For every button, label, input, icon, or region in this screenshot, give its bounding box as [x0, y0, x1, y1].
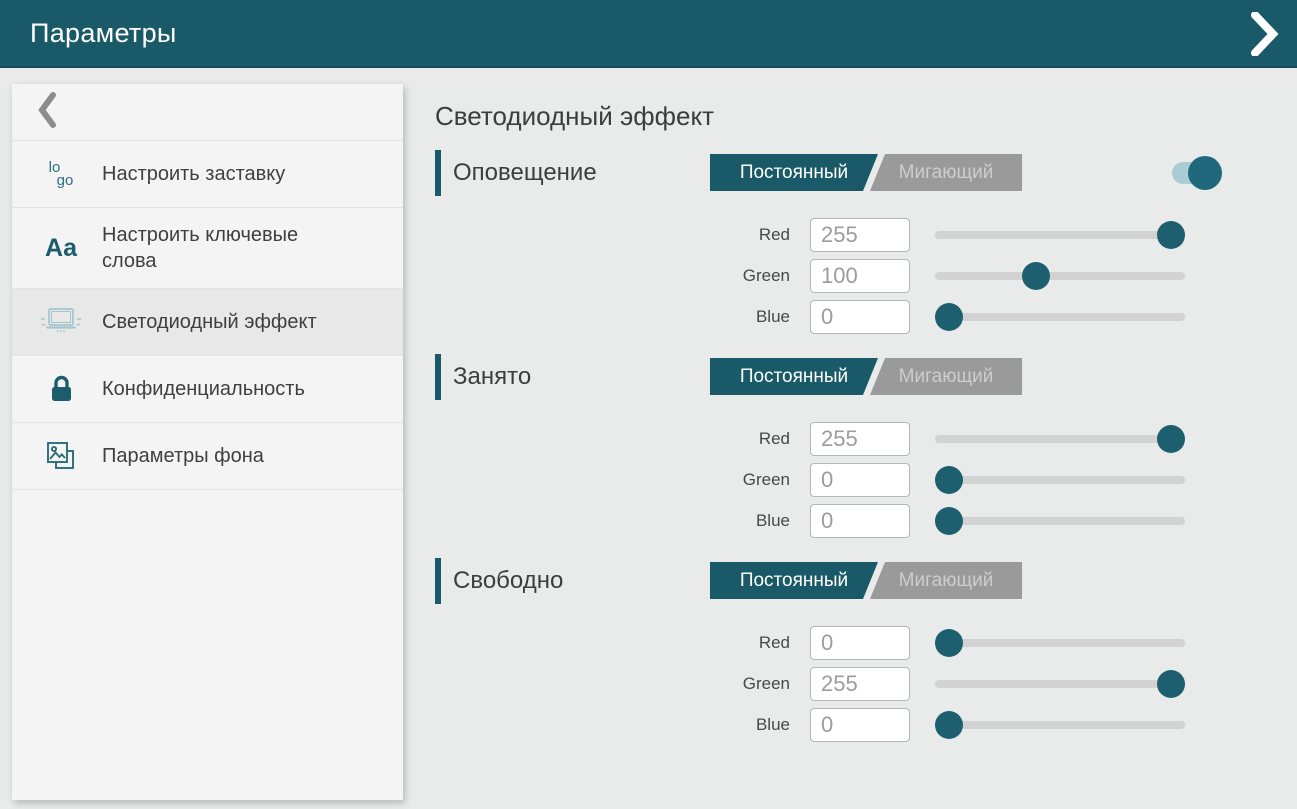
mode-blinking-button[interactable]: Мигающий: [870, 562, 1022, 599]
red-slider[interactable]: [935, 425, 1185, 453]
section-accent-bar: [435, 558, 441, 604]
main-content: Светодиодный эффект Оповещение Постоянны…: [435, 84, 1297, 761]
green-slider[interactable]: [935, 670, 1185, 698]
rgb-row-green: Green: [435, 459, 1297, 500]
rgb-label: Red: [435, 225, 810, 245]
sidebar-item-label: Настроить заставку: [102, 161, 285, 187]
sidebar-item-privacy[interactable]: Конфиденциальность: [12, 356, 403, 423]
slider-track: [935, 680, 1185, 688]
logo-icon: lo go: [38, 161, 84, 187]
mode-constant-button[interactable]: Постоянный: [710, 154, 878, 191]
mode-segmented-control: Постоянный Мигающий: [710, 562, 1022, 599]
mode-constant-button[interactable]: Постоянный: [710, 562, 878, 599]
power-toggle[interactable]: [1172, 155, 1222, 191]
green-slider[interactable]: [935, 262, 1185, 290]
led-monitor-icon: [38, 305, 84, 339]
slider-thumb[interactable]: [1157, 670, 1185, 698]
red-value-input[interactable]: [810, 422, 910, 456]
chevron-left-icon: [38, 92, 56, 133]
sidebar-item-led-effect[interactable]: Светодиодный эффект: [12, 289, 403, 356]
slider-thumb[interactable]: [935, 303, 963, 331]
red-value-input[interactable]: [810, 626, 910, 660]
slider-track: [935, 231, 1185, 239]
blue-value-input[interactable]: [810, 504, 910, 538]
rgb-label: Blue: [435, 511, 810, 531]
sidebar-item-label: Настроить ключевые слова: [102, 222, 347, 274]
green-value-input[interactable]: [810, 463, 910, 497]
rgb-row-blue: Blue: [435, 500, 1297, 541]
mode-blinking-button[interactable]: Мигающий: [870, 154, 1022, 191]
section-busy: Занято Постоянный Мигающий Red Green: [435, 353, 1297, 541]
blue-value-input[interactable]: [810, 300, 910, 334]
section-accent-bar: [435, 150, 441, 196]
section-label: Оповещение: [453, 159, 597, 187]
blue-slider[interactable]: [935, 711, 1185, 739]
sidebar-item-background[interactable]: Параметры фона: [12, 423, 403, 490]
slider-track: [935, 721, 1185, 729]
slider-thumb[interactable]: [935, 507, 963, 535]
sidebar-item-keywords[interactable]: Aa Настроить ключевые слова: [12, 208, 403, 289]
rgb-row-red: Red: [435, 418, 1297, 459]
section-label: Свободно: [453, 567, 563, 595]
red-slider[interactable]: [935, 629, 1185, 657]
slider-thumb[interactable]: [1157, 425, 1185, 453]
rgb-row-green: Green: [435, 663, 1297, 704]
slider-thumb[interactable]: [935, 629, 963, 657]
mode-blinking-button[interactable]: Мигающий: [870, 358, 1022, 395]
green-slider[interactable]: [935, 466, 1185, 494]
green-value-input[interactable]: [810, 667, 910, 701]
sidebar-collapse-button[interactable]: [12, 84, 403, 141]
rgb-row-blue: Blue: [435, 704, 1297, 745]
sidebar-item-label: Светодиодный эффект: [102, 309, 317, 335]
slider-thumb[interactable]: [935, 466, 963, 494]
slider-track: [935, 435, 1185, 443]
slider-thumb[interactable]: [1157, 221, 1185, 249]
rgb-label: Blue: [435, 715, 810, 735]
rgb-label: Green: [435, 470, 810, 490]
red-value-input[interactable]: [810, 218, 910, 252]
rgb-row-red: Red: [435, 622, 1297, 663]
slider-track: [935, 313, 1185, 321]
lock-icon: [38, 373, 84, 405]
blue-slider[interactable]: [935, 507, 1185, 535]
rgb-row-green: Green: [435, 255, 1297, 296]
page-title: Светодиодный эффект: [435, 101, 1297, 132]
slider-thumb[interactable]: [1022, 262, 1050, 290]
rgb-row-blue: Blue: [435, 296, 1297, 337]
app-header: Параметры: [0, 0, 1297, 68]
keywords-aa-icon: Aa: [38, 234, 84, 263]
rgb-row-red: Red: [435, 214, 1297, 255]
mode-segmented-control: Постоянный Мигающий: [710, 358, 1022, 395]
slider-track: [935, 639, 1185, 647]
section-free: Свободно Постоянный Мигающий Red Green: [435, 557, 1297, 745]
section-notification: Оповещение Постоянный Мигающий Red Green: [435, 149, 1297, 337]
toggle-thumb: [1188, 156, 1222, 190]
sidebar-item-label: Конфиденциальность: [102, 376, 305, 402]
red-slider[interactable]: [935, 221, 1185, 249]
green-value-input[interactable]: [810, 259, 910, 293]
sidebar-item-label: Параметры фона: [102, 443, 264, 469]
mode-segmented-control: Постоянный Мигающий: [710, 154, 1022, 191]
rgb-label: Red: [435, 429, 810, 449]
rgb-label: Green: [435, 266, 810, 286]
rgb-label: Blue: [435, 307, 810, 327]
chevron-right-icon[interactable]: [1249, 12, 1281, 56]
rgb-label: Green: [435, 674, 810, 694]
slider-track: [935, 272, 1185, 280]
slider-track: [935, 476, 1185, 484]
rgb-label: Red: [435, 633, 810, 653]
section-label: Занято: [453, 363, 531, 391]
sidebar-item-screensaver[interactable]: lo go Настроить заставку: [12, 141, 403, 208]
blue-value-input[interactable]: [810, 708, 910, 742]
app-title: Параметры: [0, 18, 177, 49]
blue-slider[interactable]: [935, 303, 1185, 331]
slider-track: [935, 517, 1185, 525]
slider-thumb[interactable]: [935, 711, 963, 739]
sidebar: lo go Настроить заставку Aa Настроить кл…: [12, 84, 403, 800]
section-accent-bar: [435, 354, 441, 400]
mode-constant-button[interactable]: Постоянный: [710, 358, 878, 395]
background-images-icon: [38, 438, 84, 474]
